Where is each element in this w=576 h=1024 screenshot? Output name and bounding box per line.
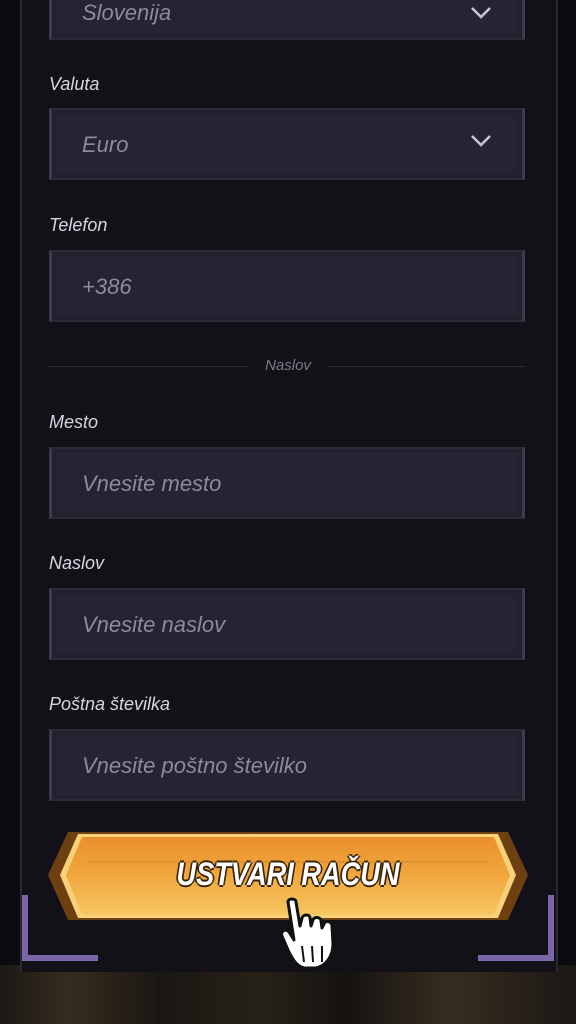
address-label: Naslov [49, 553, 105, 573]
city-label: Mesto [49, 412, 99, 432]
city-input[interactable]: Vnesite mesto [49, 447, 525, 519]
currency-select[interactable]: Euro [49, 108, 525, 180]
country-select[interactable]: Slovenija [49, 0, 525, 40]
phone-input[interactable]: +386 [49, 250, 525, 322]
create-account-label: USTVARI RAČUN [176, 856, 400, 892]
section-title: Naslov [265, 357, 311, 374]
chevron-down-icon [471, 7, 491, 19]
currency-label: Valuta [49, 74, 100, 94]
country-value: Slovenija [82, 0, 172, 25]
phone-placeholder: +386 [82, 274, 132, 299]
panel-corner-right [478, 895, 554, 961]
postal-input[interactable]: Vnesite poštno številko [49, 729, 525, 801]
city-placeholder: Vnesite mesto [82, 471, 222, 496]
currency-value: Euro [82, 132, 129, 157]
postal-placeholder: Vnesite poštno številko [82, 753, 308, 778]
phone-label: Telefon [49, 215, 108, 235]
background-game-art [0, 965, 576, 1024]
address-input[interactable]: Vnesite naslov [49, 588, 525, 660]
address-placeholder: Vnesite naslov [82, 612, 226, 637]
panel-corner-left [22, 895, 98, 961]
postal-label: Poštna številka [49, 694, 171, 714]
hand-pointer-icon [280, 897, 335, 970]
chevron-down-icon [471, 135, 491, 147]
